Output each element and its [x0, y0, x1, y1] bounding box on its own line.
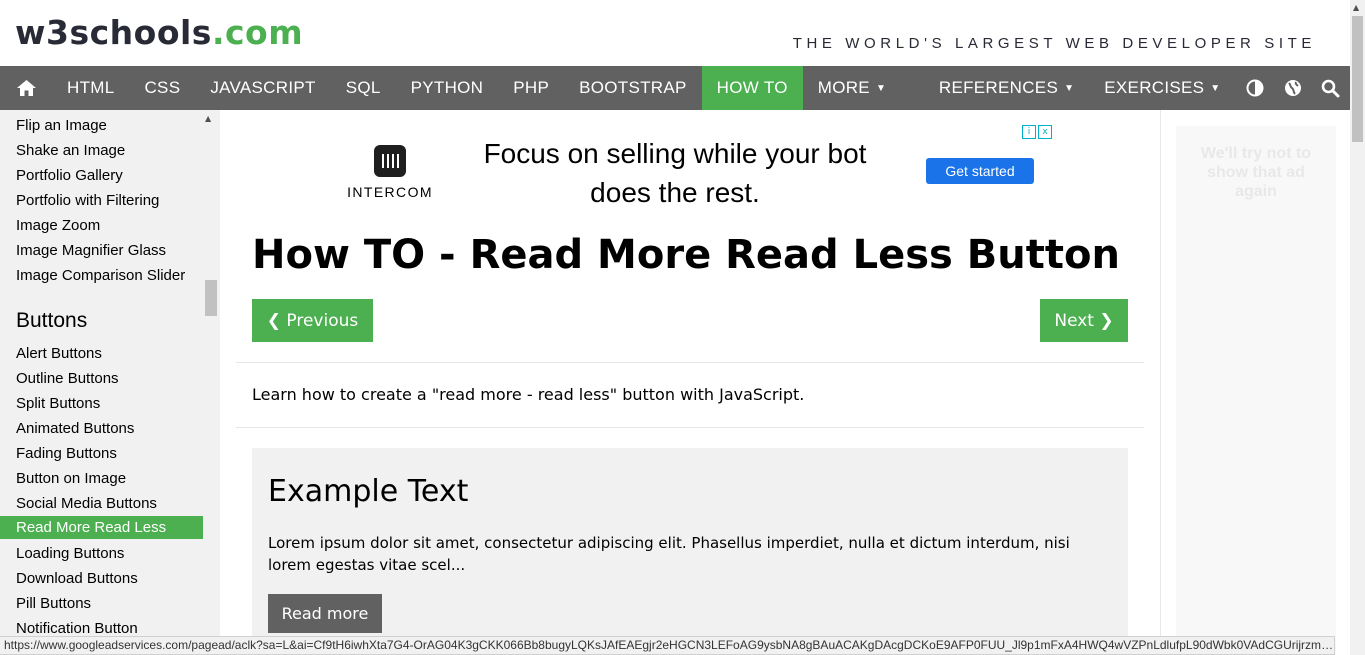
intercom-icon	[374, 145, 406, 177]
intro-text: Learn how to create a "read more - read …	[252, 385, 805, 404]
globe-icon	[1284, 80, 1301, 96]
nav-more[interactable]: MORE ▼	[803, 66, 901, 110]
nav-search[interactable]	[1312, 66, 1350, 110]
sidebar-link-fading-buttons[interactable]: Fading Buttons	[0, 442, 203, 465]
sidebar-link-download-buttons[interactable]: Download Buttons	[0, 567, 203, 590]
nav-css-label: CSS	[144, 78, 181, 97]
nav-python[interactable]: PYTHON	[396, 66, 499, 110]
ad-choices[interactable]: i x	[1022, 125, 1052, 139]
nav-how-to-label: HOW TO	[716, 78, 788, 97]
sidebar-link-alert-buttons[interactable]: Alert Buttons	[0, 342, 203, 365]
nav-html[interactable]: HTML	[52, 66, 129, 110]
nav-references[interactable]: REFERENCES ▼	[924, 66, 1089, 110]
nav-bootstrap[interactable]: BOOTSTRAP	[564, 66, 702, 110]
sidebar-heading-buttons: Buttons	[16, 309, 88, 332]
sidebar-link-read-more-read-less[interactable]: Read More Read Less	[0, 516, 203, 539]
sidebar-link-button-on-image[interactable]: Button on Image	[0, 467, 203, 490]
nav-contrast-toggle[interactable]	[1236, 66, 1274, 110]
sidebar-link-flip-image[interactable]: Flip an Image	[0, 114, 203, 137]
right-column: We'll try not to show that ad again	[1160, 110, 1350, 655]
sidebar-link-image-zoom[interactable]: Image Zoom	[0, 214, 203, 237]
ad-cta-button[interactable]: Get started	[926, 158, 1034, 184]
nav-translate[interactable]	[1274, 66, 1312, 110]
main-navigation: HTML CSS JAVASCRIPT SQL PYTHON PHP BOOTS…	[0, 66, 1350, 110]
sidebar-link-portfolio-filtering[interactable]: Portfolio with Filtering	[0, 189, 203, 212]
browser-status-bar: https://www.googleadservices.com/pagead/…	[0, 636, 1335, 655]
main-content: INTERCOM Focus on selling while your bot…	[220, 110, 1160, 655]
scroll-up-arrow-icon[interactable]: ▲	[205, 114, 211, 123]
scroll-up-arrow-icon[interactable]: ▲	[1353, 3, 1359, 12]
side-ad-placeholder: We'll try not to show that ad again	[1176, 126, 1336, 655]
nav-php[interactable]: PHP	[498, 66, 564, 110]
sidebar-link-image-magnifier[interactable]: Image Magnifier Glass	[0, 239, 203, 262]
read-more-button[interactable]: Read more	[268, 594, 382, 633]
nav-css[interactable]: CSS	[129, 66, 195, 110]
nav-javascript-label: JAVASCRIPT	[210, 78, 316, 97]
page-scrollbar-thumb[interactable]	[1352, 16, 1363, 142]
top-header: w3schools.com THE WORLD'S LARGEST WEB DE…	[0, 0, 1350, 66]
nav-sql-label: SQL	[345, 78, 381, 97]
sidebar-link-pill-buttons[interactable]: Pill Buttons	[0, 592, 203, 615]
divider	[236, 427, 1144, 428]
divider	[236, 362, 1144, 363]
caret-down-icon: ▼	[1064, 82, 1075, 94]
nav-php-label: PHP	[513, 78, 550, 97]
sidebar-link-loading-buttons[interactable]: Loading Buttons	[0, 542, 203, 565]
logo-tld-text: .com	[211, 13, 304, 52]
side-ad-text: We'll try not to show that ad again	[1200, 145, 1312, 200]
nav-bootstrap-label: BOOTSTRAP	[579, 78, 687, 97]
nav-html-label: HTML	[67, 78, 115, 97]
caret-down-icon: ▼	[875, 82, 887, 94]
ad-headline: Focus on selling while your bot does the…	[483, 138, 867, 208]
nav-python-label: PYTHON	[410, 78, 484, 97]
sidebar-scrollbar-thumb[interactable]	[205, 280, 217, 316]
sidebar-link-shake-image[interactable]: Shake an Image	[0, 139, 203, 162]
nav-how-to[interactable]: HOW TO	[701, 66, 803, 110]
intercom-logo: INTERCOM	[340, 145, 440, 200]
nav-javascript[interactable]: JAVASCRIPT	[195, 66, 330, 110]
example-panel: Example Text Lorem ipsum dolor sit amet,…	[252, 448, 1128, 655]
nav-sql[interactable]: SQL	[331, 66, 396, 110]
next-button[interactable]: Next ❯	[1040, 299, 1128, 342]
sidebar-link-animated-buttons[interactable]: Animated Buttons	[0, 417, 203, 440]
previous-button[interactable]: ❮ Previous	[252, 299, 373, 342]
page-title: How TO - Read More Read Less Button	[252, 232, 1120, 278]
logo-main-text: w3schools	[15, 13, 212, 52]
nav-exercises-label: EXERCISES	[1104, 78, 1205, 97]
intercom-brand: INTERCOM	[347, 184, 433, 200]
ad-info-icon[interactable]: i	[1022, 125, 1036, 139]
nav-more-label: MORE	[817, 78, 870, 97]
example-title: Example Text	[268, 474, 469, 509]
search-icon	[1322, 79, 1340, 97]
sidebar-scrollbar[interactable]	[203, 110, 220, 655]
sidebar-link-split-buttons[interactable]: Split Buttons	[0, 392, 203, 415]
sidebar: Flip an Image Shake an Image Portfolio G…	[0, 110, 220, 655]
nav-exercises[interactable]: EXERCISES ▼	[1089, 66, 1235, 110]
w3schools-logo[interactable]: w3schools.com	[15, 16, 303, 49]
nav-home[interactable]	[0, 66, 52, 110]
home-icon	[17, 80, 36, 96]
sidebar-link-portfolio-gallery[interactable]: Portfolio Gallery	[0, 164, 203, 187]
example-body: Lorem ipsum dolor sit amet, consectetur …	[268, 534, 1070, 574]
sidebar-link-social-media-buttons[interactable]: Social Media Buttons	[0, 492, 203, 515]
ad-close-icon[interactable]: x	[1038, 125, 1052, 139]
site-tagline: THE WORLD'S LARGEST WEB DEVELOPER SITE	[792, 35, 1316, 52]
sidebar-link-outline-buttons[interactable]: Outline Buttons	[0, 367, 203, 390]
banner-ad[interactable]: INTERCOM Focus on selling while your bot…	[340, 124, 1054, 214]
sidebar-link-image-comparison[interactable]: Image Comparison Slider	[0, 264, 203, 287]
contrast-icon	[1246, 79, 1264, 97]
nav-references-label: REFERENCES	[938, 78, 1059, 97]
caret-down-icon: ▼	[1210, 82, 1221, 94]
